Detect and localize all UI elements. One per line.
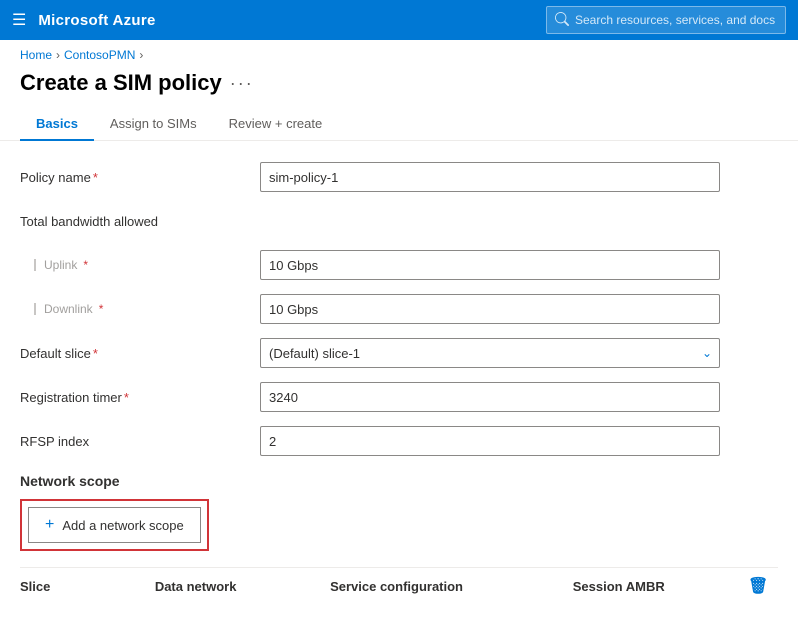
breadcrumb-contosopmn[interactable]: ContosoPMN [64,48,135,62]
rfsp-index-label: RFSP index [20,434,260,449]
th-data-network: Data network [155,579,330,594]
downlink-row: Downlink* [20,293,778,325]
policy-name-label: Policy name* [20,170,260,185]
page-options-button[interactable]: ··· [230,73,254,94]
page-header: Create a SIM policy ··· [0,66,798,108]
registration-timer-row: Registration timer* [20,381,778,413]
add-network-scope-highlight: + Add a network scope [20,499,209,551]
add-network-scope-label: Add a network scope [62,518,183,533]
uplink-row: Uplink* [20,249,778,281]
default-slice-select[interactable]: (Default) slice-1 [260,338,720,368]
tab-basics[interactable]: Basics [20,108,94,141]
bandwidth-label-row: Total bandwidth allowed [20,205,778,237]
downlink-label: Downlink* [20,302,260,316]
search-bar[interactable] [546,6,786,34]
default-slice-select-wrapper: (Default) slice-1 ⌄ [260,338,720,368]
rfsp-index-row: RFSP index [20,425,778,457]
tab-bar: Basics Assign to SIMs Review + create [0,108,798,141]
page-title: Create a SIM policy [20,70,222,96]
tab-review-create[interactable]: Review + create [213,108,339,141]
th-actions: 🗑 [748,576,778,596]
registration-timer-label: Registration timer* [20,390,260,405]
default-slice-label: Default slice* [20,346,260,361]
policy-name-row: Policy name* [20,161,778,193]
topbar: ☰ Microsoft Azure [0,0,798,40]
rfsp-index-input[interactable] [260,426,720,456]
uplink-input[interactable] [260,250,720,280]
breadcrumb-separator-1: › [56,48,60,62]
app-title: Microsoft Azure [38,12,155,29]
add-network-scope-button[interactable]: + Add a network scope [28,507,201,543]
uplink-label: Uplink* [20,258,260,272]
menu-icon[interactable]: ☰ [12,10,26,30]
th-slice: Slice [20,579,155,594]
th-session-ambr: Session AMBR [573,579,748,594]
breadcrumb: Home › ContosoPMN › [0,40,798,66]
breadcrumb-separator-2: › [139,48,143,62]
default-slice-row: Default slice* (Default) slice-1 ⌄ [20,337,778,369]
search-input[interactable] [575,13,777,27]
downlink-input[interactable] [260,294,720,324]
form-content: Policy name* Total bandwidth allowed Upl… [0,141,798,624]
registration-timer-input[interactable] [260,382,720,412]
breadcrumb-home[interactable]: Home [20,48,52,62]
policy-name-input[interactable] [260,162,720,192]
search-icon [555,12,569,29]
table-header: Slice Data network Service configuration… [20,567,778,604]
bandwidth-label: Total bandwidth allowed [20,214,260,229]
network-scope-title: Network scope [20,473,778,489]
plus-icon: + [45,516,54,534]
th-service-configuration: Service configuration [330,579,573,594]
tab-assign-to-sims[interactable]: Assign to SIMs [94,108,213,141]
trash-icon[interactable]: 🗑 [748,578,768,595]
